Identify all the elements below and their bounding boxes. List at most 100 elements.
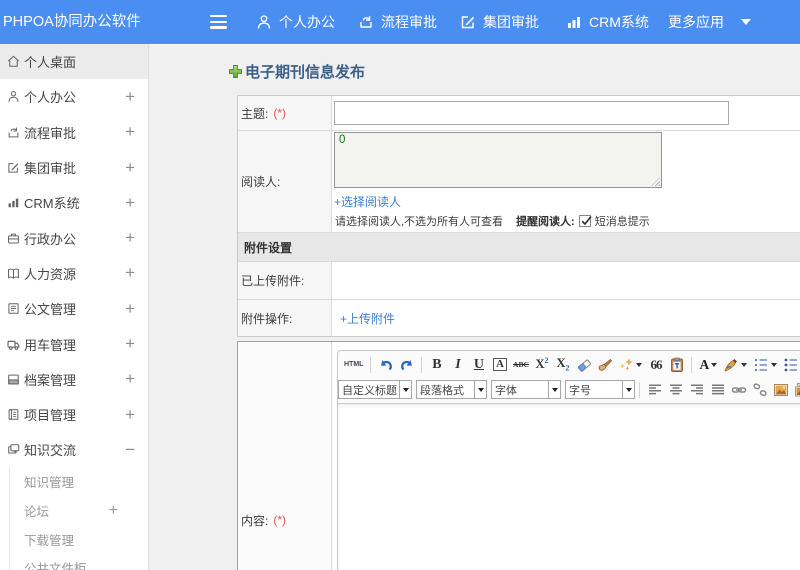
align-left-button[interactable] bbox=[644, 380, 665, 400]
topnav-personal-office[interactable]: 个人办公 bbox=[256, 0, 335, 44]
expand-plus-icon[interactable]: + bbox=[125, 122, 135, 142]
attachment-section-title: 附件设置 bbox=[244, 240, 293, 255]
upload-attachment-link[interactable]: +上传附件 bbox=[340, 310, 395, 327]
topnav-label: 流程审批 bbox=[381, 14, 437, 30]
superscript-button[interactable]: X2 bbox=[531, 355, 552, 375]
justify-button[interactable] bbox=[707, 380, 728, 400]
expand-plus-icon[interactable]: + bbox=[125, 193, 135, 213]
user-icon bbox=[256, 14, 272, 30]
custom-title-select[interactable]: 自定义标题 bbox=[338, 380, 412, 399]
ordered-list-button[interactable] bbox=[750, 355, 780, 375]
flow-icon bbox=[7, 125, 20, 140]
sidebar-item-group-approval[interactable]: 集团审批 + bbox=[0, 150, 148, 185]
album-button[interactable] bbox=[791, 380, 800, 400]
italic-button[interactable]: I bbox=[447, 355, 468, 375]
sidebar-item-project-management[interactable]: 项目管理 + bbox=[0, 397, 148, 432]
topnav-process-approval[interactable]: 流程审批 bbox=[358, 0, 437, 44]
blockquote-button[interactable]: 66 bbox=[645, 355, 666, 375]
font-color-button[interactable]: A bbox=[696, 355, 720, 375]
unordered-list-button[interactable] bbox=[780, 355, 800, 375]
sidebar-item-personal-office[interactable]: 个人办公 + bbox=[0, 79, 148, 114]
sms-checkbox[interactable] bbox=[578, 215, 592, 227]
char-border-button[interactable]: A bbox=[489, 355, 510, 375]
unlink-button[interactable] bbox=[749, 380, 770, 400]
combo-dropdown-button[interactable] bbox=[549, 380, 561, 399]
toolbar-separator bbox=[370, 356, 372, 373]
expand-plus-icon[interactable]: + bbox=[125, 87, 135, 107]
source-code-button[interactable]: HTML bbox=[341, 355, 366, 375]
format-painter-button[interactable] bbox=[594, 355, 615, 375]
readers-textarea[interactable]: 0 bbox=[334, 132, 662, 188]
undo-button[interactable] bbox=[375, 355, 396, 375]
attachment-section-header: 附件设置 bbox=[238, 233, 800, 262]
chevron-down-icon[interactable] bbox=[741, 19, 751, 25]
align-center-button[interactable] bbox=[665, 380, 686, 400]
font-family-select[interactable]: 字体 bbox=[491, 380, 561, 399]
sidebar-item-admin-office[interactable]: 行政办公 + bbox=[0, 220, 148, 255]
expand-plus-icon[interactable]: + bbox=[125, 263, 135, 283]
readers-value-cell: 0 +选择阅读人 请选择阅读人,不选为所有人可查看 提醒阅读人: 短消息提示 bbox=[332, 131, 800, 232]
editor-content-area[interactable] bbox=[338, 404, 800, 570]
edit-icon bbox=[460, 14, 476, 30]
link-button[interactable] bbox=[728, 380, 749, 400]
subscript-button[interactable]: X2 bbox=[552, 355, 573, 375]
expand-plus-icon[interactable]: + bbox=[125, 158, 135, 178]
sidebar-item-process-approval[interactable]: 流程审批 + bbox=[0, 115, 148, 150]
expand-plus-icon[interactable]: + bbox=[125, 369, 135, 389]
expand-plus-icon[interactable]: + bbox=[109, 502, 118, 520]
sidebar-subitem-download-management[interactable]: 下载管理 bbox=[10, 525, 148, 554]
sidebar-item-personal-desktop[interactable]: 个人桌面 bbox=[0, 44, 148, 80]
sidebar-subitem-public-file-cabinet[interactable]: 公共文件柜 bbox=[10, 554, 148, 570]
highlight-color-button[interactable] bbox=[720, 355, 750, 375]
combo-dropdown-button[interactable] bbox=[623, 380, 635, 399]
underline-button[interactable]: U bbox=[468, 355, 489, 375]
strikethrough-button[interactable]: ABC bbox=[510, 355, 531, 375]
combo-dropdown-button[interactable] bbox=[400, 380, 412, 399]
archive-icon bbox=[7, 372, 20, 387]
combo-dropdown-button[interactable] bbox=[475, 380, 487, 399]
paragraph-select[interactable]: 段落格式 bbox=[416, 380, 487, 399]
expand-plus-icon[interactable]: + bbox=[125, 405, 135, 425]
remove-format-button[interactable] bbox=[573, 355, 594, 375]
font-size-select[interactable]: 字号 bbox=[565, 380, 635, 399]
sidebar-item-label: 个人桌面 bbox=[24, 55, 77, 71]
sidebar-item-label: 知识交流 bbox=[24, 443, 77, 459]
sidebar-item-human-resources[interactable]: 人力资源 + bbox=[0, 256, 148, 291]
collapse-minus-icon[interactable]: − bbox=[125, 440, 135, 460]
attachop-label-cell: 附件操作: bbox=[238, 300, 332, 336]
sidebar-subitem-forum[interactable]: 论坛 + bbox=[10, 496, 148, 525]
pick-readers-link[interactable]: +选择阅读人 bbox=[334, 193, 401, 210]
paste-text-button[interactable] bbox=[666, 355, 687, 375]
sidebar-item-archive-management[interactable]: 档案管理 + bbox=[0, 362, 148, 397]
sidebar-subitem-label: 论坛 bbox=[24, 505, 50, 520]
topnav-crm-system[interactable]: CRM系统 bbox=[566, 0, 649, 44]
dropdown-caret-icon bbox=[711, 362, 718, 367]
resize-grip-icon[interactable] bbox=[651, 177, 660, 186]
expand-plus-icon[interactable]: + bbox=[125, 299, 135, 319]
sidebar-subitem-knowledge-management[interactable]: 知识管理 bbox=[10, 468, 148, 497]
sidebar-item-document-management[interactable]: 公文管理 + bbox=[0, 291, 148, 326]
sidebar-item-crm-system[interactable]: CRM系统 + bbox=[0, 185, 148, 220]
expand-plus-icon[interactable]: + bbox=[125, 228, 135, 248]
bold-button[interactable]: B bbox=[426, 355, 447, 375]
toolbar-separator bbox=[691, 356, 693, 373]
page-title-text: 电子期刊信息发布 bbox=[245, 64, 366, 81]
toolbar-separator bbox=[639, 381, 640, 398]
readers-note-text: 请选择阅读人,不选为所有人可查看 bbox=[335, 216, 504, 228]
edit-icon bbox=[7, 160, 20, 175]
expand-plus-icon[interactable]: + bbox=[125, 334, 135, 354]
align-right-button[interactable] bbox=[686, 380, 707, 400]
auto-typeset-button[interactable] bbox=[615, 355, 645, 375]
topnav-group-approval[interactable]: 集团审批 bbox=[460, 0, 539, 44]
topnav-more-apps[interactable]: 更多应用 bbox=[668, 0, 724, 44]
image-button[interactable] bbox=[770, 380, 791, 400]
subject-input[interactable] bbox=[334, 101, 729, 125]
sidebar-item-knowledge-exchange[interactable]: 知识交流 − bbox=[0, 432, 148, 467]
user-icon bbox=[7, 89, 20, 104]
hamburger-menu-icon[interactable] bbox=[210, 15, 227, 30]
app-logo: PHPOA协同办公软件 bbox=[3, 14, 141, 30]
sidebar-item-vehicle-management[interactable]: 用车管理 + bbox=[0, 326, 148, 361]
subject-row: 主题: (*) bbox=[238, 96, 800, 131]
redo-button[interactable] bbox=[396, 355, 417, 375]
required-mark: (*) bbox=[273, 106, 287, 120]
